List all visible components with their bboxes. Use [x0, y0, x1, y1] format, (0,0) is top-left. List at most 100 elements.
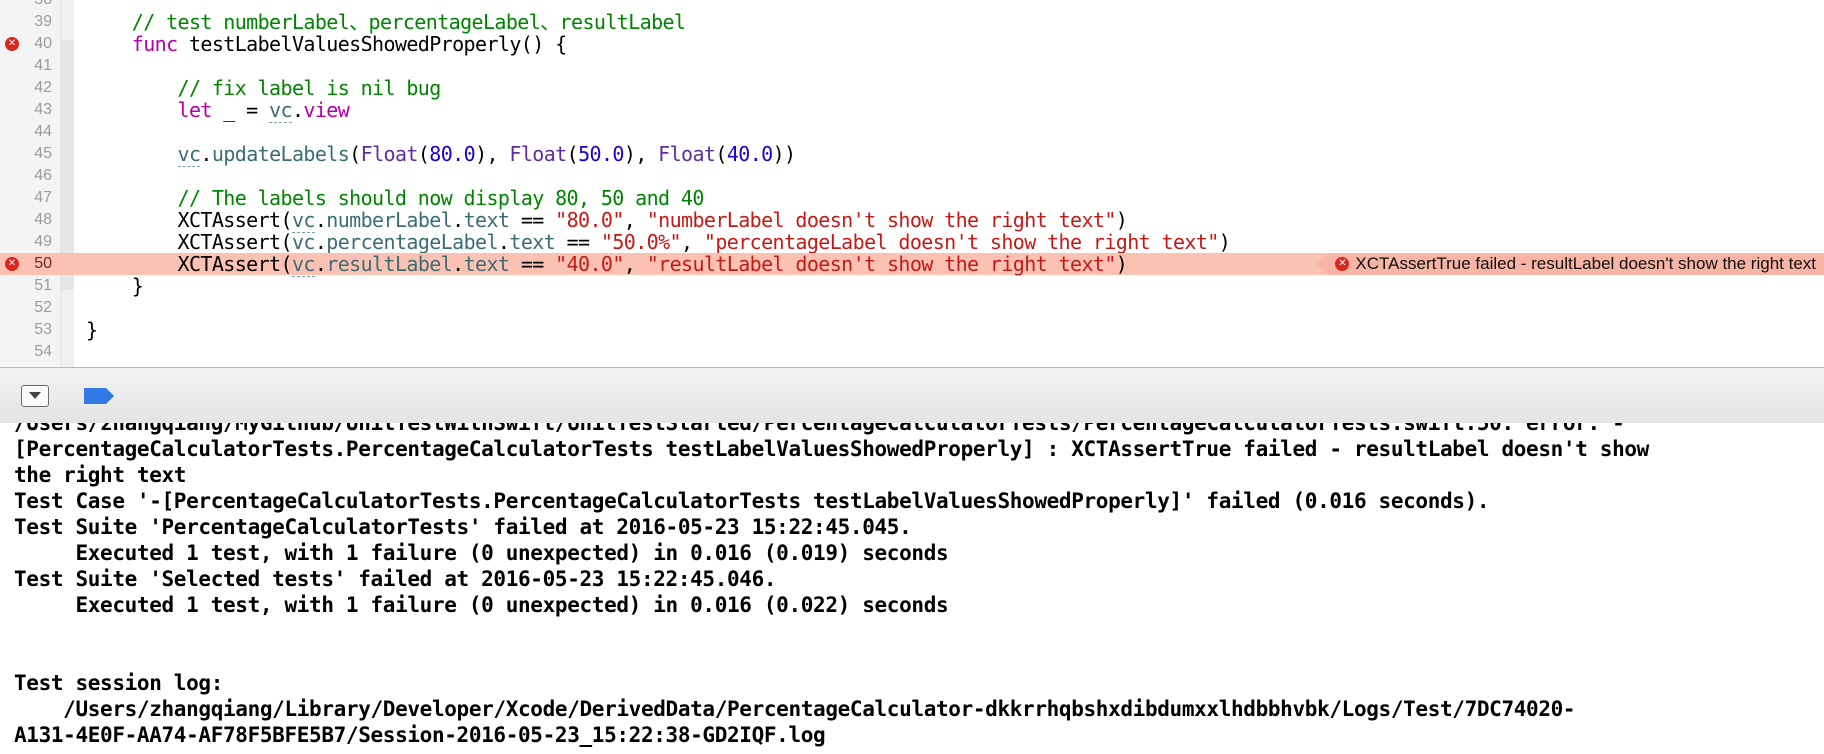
code-token: . — [291, 98, 304, 122]
code-token: ) — [1115, 208, 1128, 232]
code-line[interactable]: 50 ✕ XCTAssert(vc.resultLabel.text == "40… — [0, 252, 1824, 277]
line-number: 46 — [34, 167, 52, 184]
code-token: . — [314, 208, 327, 232]
code-token: . — [314, 230, 327, 254]
code-text: // The labels should now display 80, 50 … — [86, 186, 705, 210]
line-number: 44 — [34, 123, 52, 140]
console-line: [PercentageCalculatorTests.PercentageCal… — [14, 437, 1649, 461]
code-line[interactable]: 41 — [0, 55, 1824, 77]
code-line[interactable]: 53} — [0, 319, 1824, 341]
code-token: 80.0 — [429, 142, 476, 166]
code-token: == — [555, 230, 601, 254]
code-line[interactable]: 45 vc.updateLabels(Float(80.0), Float(50… — [0, 142, 1824, 167]
code-token: == — [509, 252, 556, 276]
debug-bar — [0, 367, 1824, 424]
code-text: XCTAssert(vc.numberLabel.text == "80.0",… — [86, 208, 1128, 233]
console-line: Executed 1 test, with 1 failure (0 unexp… — [14, 593, 949, 617]
code-token: XCTAssert( — [86, 208, 293, 232]
code-token: ) — [1218, 230, 1231, 254]
line-number: 52 — [34, 299, 52, 316]
code-token: ( — [566, 142, 579, 166]
code-token: ( — [417, 142, 430, 166]
code-token: // test numberLabel、percentageLabel、resu… — [131, 10, 686, 34]
breakpoint-icon[interactable] — [84, 388, 114, 404]
code-line[interactable]: 44 — [0, 121, 1824, 143]
code-token: text — [463, 252, 510, 276]
placeholder-token: vc — [269, 98, 293, 123]
console-line: Executed 1 test, with 1 failure (0 unexp… — [14, 541, 949, 565]
code-token: text — [463, 208, 510, 232]
code-text: XCTAssert(vc.resultLabel.text == "40.0",… — [86, 252, 1128, 277]
code-token: text — [509, 230, 556, 254]
code-line[interactable]: 43 let _ = vc.view — [0, 98, 1824, 123]
line-number: 41 — [34, 57, 52, 74]
code-token: // The labels should now display 80, 50 … — [177, 186, 705, 210]
code-token: , — [623, 252, 647, 276]
placeholder-token: vc — [177, 142, 201, 167]
line-number: 54 — [34, 343, 52, 360]
code-token: numberLabel — [326, 208, 453, 232]
console-line: /Users/zhangqiang/Library/Developer/Xcod… — [14, 697, 1576, 721]
inline-error-message[interactable]: ✕ XCTAssertTrue failed - resultLabel does… — [1315, 253, 1824, 275]
hide-debug-area-button[interactable] — [21, 385, 49, 407]
code-line[interactable]: 40 ✕ func testLabelValuesShowedProperly()… — [0, 33, 1824, 55]
console-line: /Users/zhangqiang/MyGithub/UnitTestWithS… — [14, 423, 1625, 435]
code-line[interactable]: 54 — [0, 341, 1824, 363]
code-token: , — [681, 230, 704, 254]
code-token: , — [623, 208, 647, 232]
code-line[interactable]: 46 — [0, 165, 1824, 187]
code-token: updateLabels — [211, 142, 350, 166]
code-token: Float — [509, 142, 567, 166]
code-token: ), — [623, 142, 659, 166]
code-text: // test numberLabel、percentageLabel、resu… — [86, 10, 686, 34]
code-token: . — [314, 252, 327, 276]
code-line[interactable]: 42 // fix label is nil bug — [0, 77, 1824, 99]
code-token: view — [303, 98, 350, 122]
code-token: "numberLabel doesn't show the right text… — [646, 208, 1117, 232]
code-token: )) — [772, 142, 796, 166]
line-number: 45 — [34, 145, 52, 162]
source-editor[interactable]: 3839 // test numberLabel、percentageLabel… — [0, 0, 1824, 367]
console-output[interactable]: /Users/zhangqiang/MyGithub/UnitTestWithS… — [0, 423, 1824, 754]
code-token: "80.0" — [555, 208, 624, 232]
console-line: the right text — [14, 463, 187, 487]
code-token: // fix label is nil bug — [177, 76, 442, 100]
issue-text: XCTAssertTrue failed - resultLabel doesn… — [1355, 254, 1816, 273]
console-line: A131-4E0F-AA74-AF78F5BFE5B7/Session-2016… — [14, 723, 826, 747]
line-number: 38 — [0, 0, 52, 11]
error-marker-icon[interactable]: ✕ — [5, 257, 19, 271]
line-number: 47 — [34, 189, 52, 206]
code-token: resultLabel — [326, 252, 453, 276]
code-line[interactable]: 39 // test numberLabel、percentageLabel、r… — [0, 11, 1824, 33]
code-token: testLabelValuesShowedProperly() { — [177, 32, 567, 56]
code-line[interactable]: 51 } — [0, 275, 1824, 297]
code-token: ( — [715, 142, 727, 166]
code-line[interactable]: 52 — [0, 297, 1824, 319]
line-number: 48 — [34, 211, 52, 228]
code-token: 50.0 — [578, 142, 624, 166]
line-number: 39 — [34, 13, 52, 30]
code-text: } — [86, 275, 144, 297]
code-text: let _ = vc.view — [86, 98, 350, 123]
code-token: "percentageLabel doesn't show the right … — [703, 230, 1219, 254]
line-number: 42 — [34, 79, 52, 96]
code-token: ) — [1115, 252, 1128, 276]
code-token: } — [86, 318, 98, 342]
code-token: "resultLabel doesn't show the right text… — [646, 252, 1117, 276]
code-token: Float — [360, 142, 419, 166]
code-token: . — [497, 230, 510, 254]
console-line: Test Suite 'Selected tests' failed at 20… — [14, 567, 777, 591]
code-text: } — [86, 318, 98, 342]
code-line[interactable]: 47 // The labels should now display 80, … — [0, 187, 1824, 209]
code-token: . — [200, 142, 212, 166]
code-token: == — [509, 208, 556, 232]
code-line[interactable]: 49 XCTAssert(vc.percentageLabel.text == … — [0, 230, 1824, 255]
code-text: func testLabelValuesShowedProperly() { — [86, 33, 567, 55]
code-line[interactable]: 48 XCTAssert(vc.numberLabel.text == "80.… — [0, 208, 1824, 233]
error-marker-icon[interactable]: ✕ — [5, 37, 19, 51]
